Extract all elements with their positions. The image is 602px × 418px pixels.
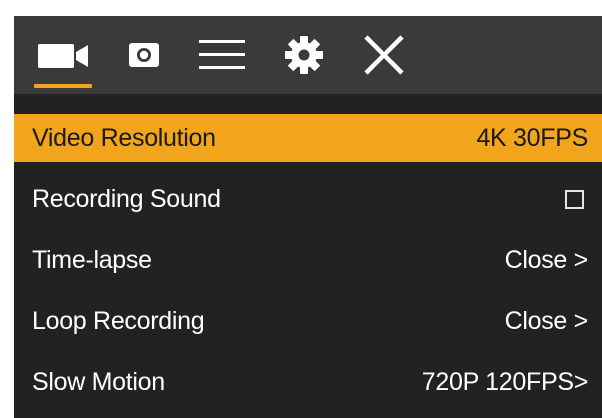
- menu-item-label: Loop Recording: [32, 306, 205, 335]
- menu-item-label: Time-lapse: [32, 245, 152, 274]
- menu-item-loop-recording[interactable]: Loop Recording Close >: [14, 297, 602, 345]
- menu-icon: [197, 36, 247, 74]
- recording-sound-checkbox[interactable]: [565, 189, 584, 209]
- menu-item-label: Recording Sound: [32, 184, 221, 213]
- menu-item-value: Close >: [504, 245, 589, 274]
- settings-menu: Video Resolution 4K 30FPS Recording Soun…: [14, 114, 602, 418]
- menu-item-recording-sound[interactable]: Recording Sound: [14, 175, 602, 223]
- menu-item-slow-motion[interactable]: Slow Motion 720P 120FPS>: [14, 358, 602, 406]
- video-mode-tab[interactable]: [24, 16, 102, 94]
- top-toolbar: [14, 16, 602, 94]
- menu-item-video-resolution[interactable]: Video Resolution 4K 30FPS: [14, 114, 602, 162]
- gear-icon: [282, 33, 326, 77]
- photo-mode-tab[interactable]: [116, 16, 172, 94]
- menu-item-time-lapse[interactable]: Time-lapse Close >: [14, 236, 602, 284]
- menu-item-label: Video Resolution: [32, 123, 216, 152]
- camera-settings-screen: Video Resolution 4K 30FPS Recording Soun…: [14, 16, 602, 418]
- photo-camera-icon: [127, 38, 161, 72]
- menu-item-value: 720P 120FPS>: [421, 367, 589, 396]
- menu-item-value: Close >: [504, 306, 589, 335]
- close-icon: [361, 32, 407, 78]
- settings-tab[interactable]: [274, 16, 334, 94]
- active-tab-indicator: [34, 84, 92, 88]
- menu-item-label: Slow Motion: [32, 367, 165, 396]
- video-camera-icon: [34, 40, 92, 70]
- close-button[interactable]: [354, 16, 414, 94]
- menu-item-value: 4K 30FPS: [476, 123, 588, 152]
- menu-tab[interactable]: [190, 16, 254, 94]
